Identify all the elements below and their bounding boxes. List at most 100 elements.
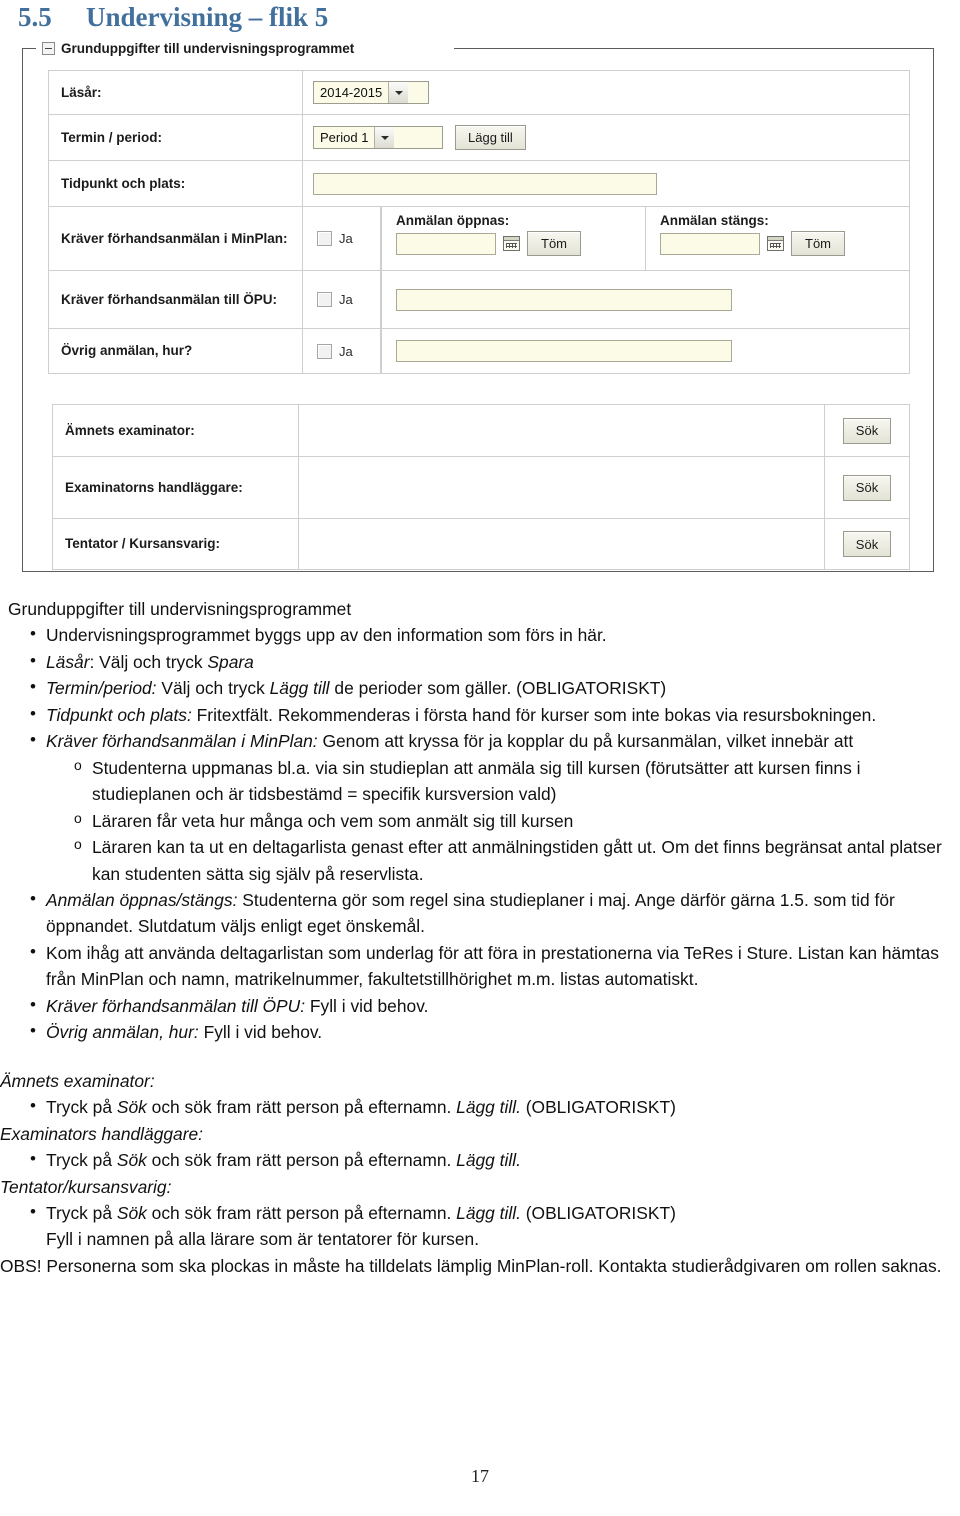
opu-checkbox-label: Ja bbox=[339, 292, 353, 307]
bullet-text: Fyll i vid behov. bbox=[198, 1022, 323, 1043]
heading-examinators-handlaggare: Examinators handläggare: bbox=[0, 1123, 204, 1144]
bullet-emphasis-2: Lägg till. bbox=[456, 1097, 521, 1118]
page-number: 17 bbox=[471, 1466, 489, 1486]
list-item: Anmälan öppnas/stängs: Studenterna gör s… bbox=[0, 886, 960, 940]
bullet-text: Fyll i vid behov. bbox=[305, 995, 429, 1016]
bullet-emphasis: Anmälan öppnas/stängs: bbox=[46, 889, 238, 910]
examinatorns-handlaggare-input[interactable] bbox=[299, 457, 825, 518]
label-amnets-examinator: Ämnets examinator: bbox=[53, 405, 299, 456]
bullet-text: : Välj och tryck bbox=[89, 651, 208, 672]
tentator-kursansvarig-input[interactable] bbox=[299, 519, 825, 569]
bullet-text-3: (OBLIGATORISKT) bbox=[520, 1097, 676, 1118]
list-item: Läraren kan ta ut en deltagarlista genas… bbox=[46, 834, 960, 887]
amnets-examinator-search-cell: Sök bbox=[825, 405, 909, 456]
calendar-icon[interactable] bbox=[503, 236, 520, 251]
label-termin-period: Termin / period: bbox=[49, 115, 303, 160]
subbullet-text: Läraren kan ta ut en deltagarlista genas… bbox=[92, 837, 942, 884]
table-row: Ämnets examinator: Sök bbox=[52, 404, 910, 456]
row-lasar: Läsår: 2014-2015 bbox=[48, 70, 910, 114]
anmalan-oppnas-group: Anmälan öppnas: Töm bbox=[381, 207, 645, 270]
period-select[interactable]: Period 1 bbox=[313, 126, 443, 149]
minplan-checkbox-label: Ja bbox=[339, 231, 353, 246]
period-select-value: Period 1 bbox=[320, 130, 369, 145]
field-opu bbox=[381, 271, 909, 328]
field-lasar: 2014-2015 bbox=[303, 71, 909, 114]
bullet-text-extra: Fyll i namnen på alla lärare som är tent… bbox=[46, 1229, 480, 1250]
opu-checkbox[interactable] bbox=[317, 292, 332, 307]
list-item: Tryck på Sök och sök fram rätt person på… bbox=[0, 1199, 960, 1253]
heading-amnets-examinator: Ämnets examinator: bbox=[0, 1070, 155, 1091]
field-tidpunkt-plats bbox=[303, 161, 909, 206]
row-tidpunkt-plats: Tidpunkt och plats: bbox=[48, 160, 910, 206]
bullet-emphasis: Sök bbox=[116, 1097, 147, 1118]
heading-tentator-kursansvarig: Tentator/kursansvarig: bbox=[0, 1176, 172, 1197]
lagg-till-button[interactable]: Lägg till bbox=[455, 125, 526, 150]
lasar-select-value: 2014-2015 bbox=[320, 85, 383, 100]
bullet-text-2: och sök fram rätt person på efternamn. bbox=[146, 1150, 457, 1171]
opu-checkbox-cell[interactable]: Ja bbox=[303, 271, 381, 328]
bullet-text-2: och sök fram rätt person på efternamn. bbox=[146, 1202, 457, 1223]
bullet-emphasis: Termin/period: bbox=[46, 678, 157, 699]
row-opu: Kräver förhandsanmälan till ÖPU: Ja bbox=[48, 270, 910, 328]
row-ovrig-anmalan: Övrig anmälan, hur? Ja bbox=[48, 328, 910, 374]
form-grid: Läsår: 2014-2015 Termin / period: Period… bbox=[48, 70, 910, 374]
label-lasar: Läsår: bbox=[49, 71, 303, 114]
bullet-emphasis-2: Lägg till. bbox=[456, 1202, 521, 1223]
anmalan-stangs-title: Anmälan stängs: bbox=[660, 213, 769, 228]
list-item: Studenterna uppmanas bl.a. via sin studi… bbox=[46, 755, 960, 808]
bullet-emphasis: Sök bbox=[116, 1202, 147, 1223]
ovrig-checkbox[interactable] bbox=[317, 343, 332, 359]
anmalan-oppnas-input[interactable] bbox=[396, 232, 496, 255]
opu-input[interactable] bbox=[396, 288, 732, 311]
bullet-text-3: (OBLIGATORISKT) bbox=[520, 1202, 676, 1223]
tidpunkt-plats-input[interactable] bbox=[313, 172, 657, 195]
bullet-text-2: de perioder som gäller. (OBLIGATORISKT) bbox=[329, 678, 667, 699]
bullet-emphasis: Sök bbox=[116, 1150, 147, 1171]
page-title: 5.5 Undervisning – flik 5 bbox=[18, 2, 328, 33]
row-minplan: Kräver förhandsanmälan i MinPlan: Ja Anm… bbox=[48, 206, 910, 270]
lasar-select[interactable]: 2014-2015 bbox=[313, 81, 429, 104]
ovrig-checkbox-label: Ja bbox=[339, 343, 353, 359]
label-tentator-kursansvarig: Tentator / Kursansvarig: bbox=[53, 519, 299, 569]
sok-button[interactable]: Sök bbox=[843, 474, 891, 501]
application-screenshot: Grunduppgifter till undervisningsprogram… bbox=[22, 38, 936, 576]
anmalan-stangs-clear-button[interactable]: Töm bbox=[791, 231, 845, 256]
tentator-kursansvarig-search-cell: Sök bbox=[825, 519, 909, 569]
obs-note: OBS! Personerna som ska plockas in måste… bbox=[0, 1255, 942, 1276]
bullet-text: Välj och tryck bbox=[156, 678, 270, 699]
bullet-text: Genom att kryssa för ja kopplar du på ku… bbox=[317, 731, 854, 752]
ovrig-checkbox-cell[interactable]: Ja bbox=[303, 329, 381, 373]
list-item: Läsår: Välj och tryck Spara bbox=[0, 648, 960, 675]
bullet-emphasis: Tidpunkt och plats: bbox=[46, 704, 192, 725]
ovrig-anmalan-input[interactable] bbox=[396, 340, 732, 362]
section-title: Grunduppgifter till undervisningsprogram… bbox=[8, 599, 352, 619]
minplan-checkbox-cell[interactable]: Ja bbox=[303, 207, 381, 270]
calendar-icon[interactable] bbox=[767, 236, 784, 251]
minplan-checkbox[interactable] bbox=[317, 231, 332, 246]
bullet-list-tentator: Tryck på Sök och sök fram rätt person på… bbox=[0, 1199, 960, 1253]
anmalan-oppnas-clear-button[interactable]: Töm bbox=[527, 231, 581, 256]
bullet-emphasis: Läsår bbox=[46, 651, 90, 672]
field-termin-period: Period 1 Lägg till bbox=[303, 115, 909, 160]
label-opu: Kräver förhandsanmälan till ÖPU: bbox=[49, 271, 303, 328]
page-title-text: Undervisning – flik 5 bbox=[86, 2, 329, 32]
sok-button[interactable]: Sök bbox=[843, 531, 891, 557]
list-item: Kom ihåg att använda deltagarlistan som … bbox=[0, 939, 960, 993]
anmalan-stangs-input[interactable] bbox=[660, 232, 760, 255]
sok-button[interactable]: Sök bbox=[843, 417, 891, 444]
list-item: Tidpunkt och plats: Fritextfält. Rekomme… bbox=[0, 701, 960, 728]
bullet-list-examinator: Tryck på Sök och sök fram rätt person på… bbox=[0, 1093, 960, 1120]
bullet-list-main: Undervisningsprogrammet byggs upp av den… bbox=[0, 621, 960, 1045]
bullet-text: Tryck på bbox=[46, 1202, 117, 1223]
label-ovrig-anmalan: Övrig anmälan, hur? bbox=[49, 329, 303, 373]
bullet-emphasis: Kräver förhandsanmälan till ÖPU: bbox=[46, 995, 306, 1016]
amnets-examinator-input[interactable] bbox=[299, 405, 825, 456]
subbullet-text: Studenterna uppmanas bl.a. via sin studi… bbox=[92, 757, 861, 805]
table-row: Tentator / Kursansvarig: Sök bbox=[52, 518, 910, 570]
list-item: Läraren får veta hur många och vem som a… bbox=[46, 808, 960, 834]
list-item: Kräver förhandsanmälan till ÖPU: Fyll i … bbox=[0, 992, 960, 1019]
examinatorns-handlaggare-search-cell: Sök bbox=[825, 457, 909, 518]
label-tidpunkt-plats: Tidpunkt och plats: bbox=[49, 161, 303, 206]
bullet-text: Undervisningsprogrammet byggs upp av den… bbox=[46, 625, 607, 646]
table-row: Examinatorns handläggare: Sök bbox=[52, 456, 910, 518]
